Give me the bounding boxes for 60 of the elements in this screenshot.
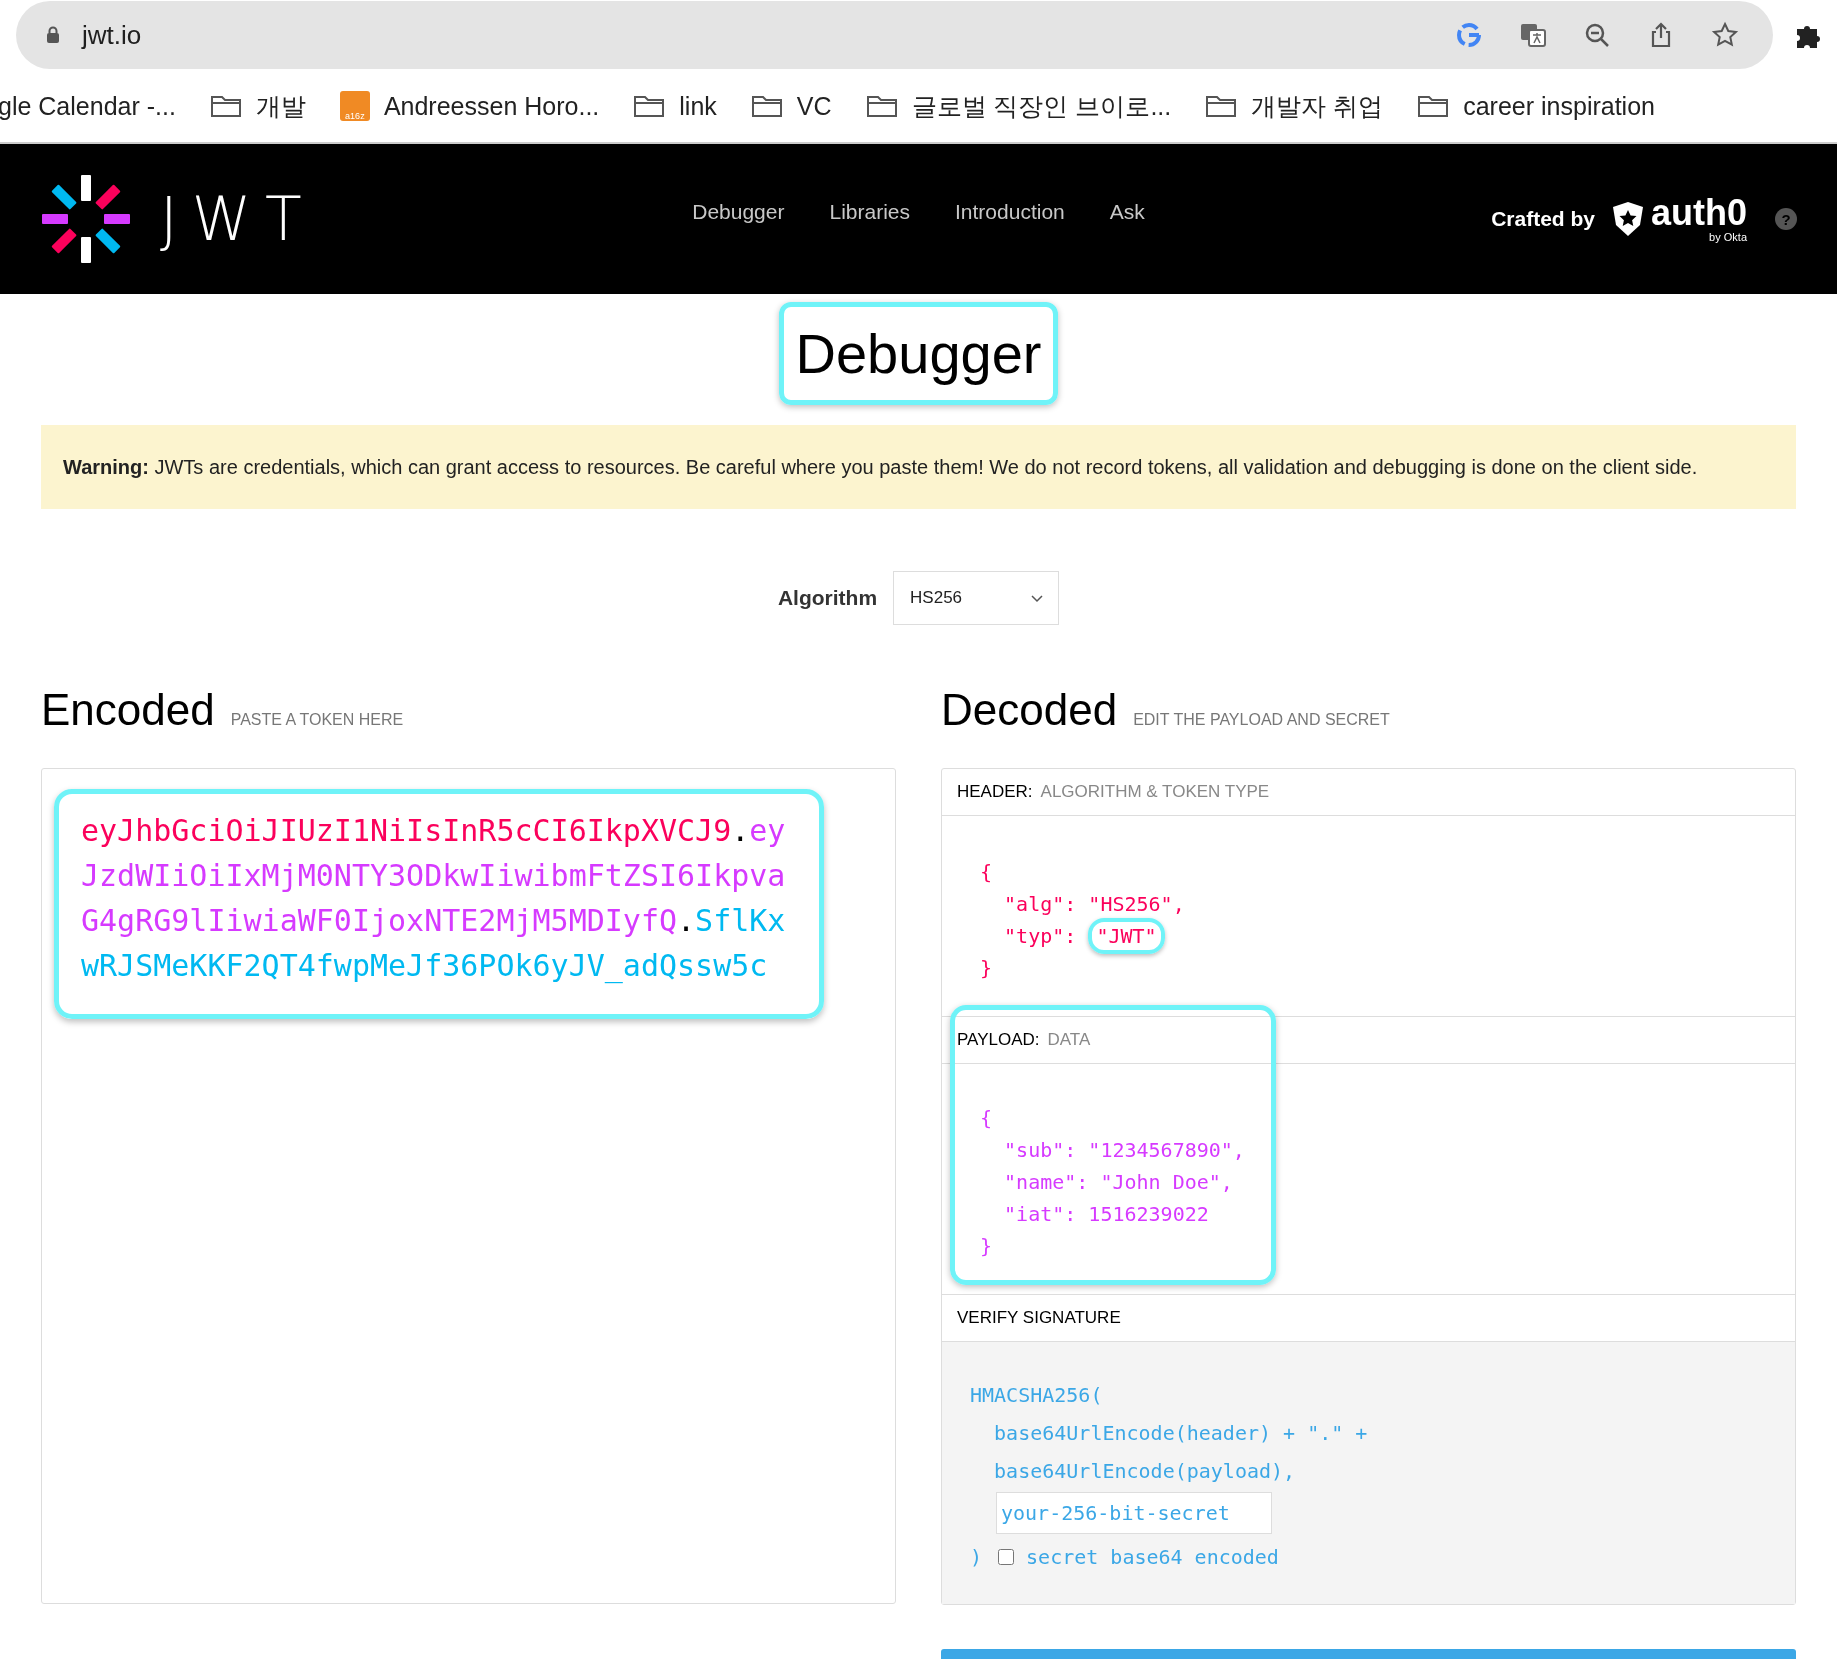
- encoded-title: Encoded: [41, 685, 215, 735]
- nav-link[interactable]: Introduction: [955, 200, 1065, 224]
- base64-checkbox[interactable]: [998, 1549, 1015, 1565]
- algorithm-label: Algorithm: [777, 586, 878, 610]
- code-line[interactable]: "name": "John Doe",: [980, 1166, 1757, 1198]
- crafted-by-text: Crafted by: [1491, 207, 1595, 231]
- brand-subtitle: by Okta: [1709, 231, 1747, 243]
- bookmark[interactable]: link: [633, 91, 717, 121]
- wordmark[interactable]: JWT: [160, 184, 316, 254]
- bookmark[interactable]: a16z Andreessen Horo...: [339, 91, 600, 121]
- warning-banner: Warning: JWTs are credentials, which can grant access to resources. Be careful where you paste them! We do not record tokens, all validation and debugging is done on the client side.: [41, 425, 1796, 509]
- address-bar[interactable]: jwt.io: [16, 1, 1773, 69]
- section-label: VERIFY SIGNATURE: [957, 1308, 1121, 1328]
- brand-name[interactable]: auth0: [1651, 195, 1747, 231]
- nav-link[interactable]: Debugger: [692, 200, 785, 224]
- decoded-title: Decoded: [941, 685, 1118, 735]
- bookmark[interactable]: 글로벌 직장인 브이로...: [865, 89, 1172, 123]
- code-line[interactable]: "iat": 1516239022: [980, 1198, 1757, 1230]
- bookmark[interactable]: career inspiration: [1417, 91, 1655, 121]
- section-sublabel: DATA: [1047, 1030, 1091, 1050]
- decoded-subtitle: EDIT THE PAYLOAD AND SECRET: [1133, 711, 1390, 729]
- code-line: ): [970, 1544, 983, 1571]
- code-line[interactable]: }: [980, 952, 1757, 984]
- google-icon[interactable]: [1455, 21, 1483, 49]
- star-icon[interactable]: [1711, 21, 1739, 49]
- nav-link[interactable]: Libraries: [829, 200, 910, 224]
- bookmark[interactable]: 개발: [209, 89, 306, 123]
- code-line[interactable]: "sub": "1234567890",: [980, 1134, 1757, 1166]
- site-logo: a16z: [339, 91, 370, 121]
- folder-icon: [865, 94, 898, 118]
- code-line[interactable]: "typ": "JWT": [980, 920, 1757, 952]
- translate-icon[interactable]: [1519, 21, 1547, 49]
- section-label: HEADER:: [957, 782, 1033, 802]
- code-line[interactable]: {: [980, 1102, 1757, 1134]
- star-shield-logo-icon[interactable]: [1611, 201, 1645, 237]
- code-line[interactable]: }: [980, 1230, 1757, 1262]
- lock-icon: [46, 26, 60, 44]
- code-line[interactable]: {: [980, 856, 1757, 888]
- code-line: HMACSHA256(: [970, 1382, 1104, 1409]
- section-sublabel: ALGORITHM & TOKEN TYPE: [1040, 782, 1270, 802]
- bookmark[interactable]: VC: [750, 91, 832, 121]
- code-line[interactable]: "alg": "HS256",: [980, 888, 1757, 920]
- folder-icon: [750, 94, 783, 118]
- page-title: Debugger: [778, 302, 1059, 405]
- bookmark[interactable]: 개발자 취업: [1205, 89, 1384, 123]
- folder-icon: [1205, 94, 1238, 118]
- encoded-subtitle: PASTE A TOKEN HERE: [230, 711, 404, 729]
- url-text: jwt.io: [82, 19, 142, 51]
- caret-icon: [1030, 593, 1045, 603]
- nav-link[interactable]: Ask: [1109, 200, 1145, 224]
- folder-icon: [209, 94, 242, 118]
- code-line: base64UrlEncode(payload),: [993, 1458, 1297, 1485]
- pinwheel-logo-icon[interactable]: [40, 173, 132, 265]
- section-label: PAYLOAD:: [957, 1030, 1040, 1050]
- token-text[interactable]: eyJhbGciOiJIUzI1NiIsInR5cCI6IkpXVCJ9.eyJzdWIiOiIxMjM0NTY3ODkwIiwibmFtZSI6IkpvaG4gRG9lIiwiaWF0IjoxNTE2MjM5MDIyfQ.SflKxwRJSMeKKF2QT4fwpMeJf36POk6yJV_adQssw5c: [54, 789, 824, 1019]
- folder-icon: [1417, 94, 1450, 118]
- folder-icon: [633, 94, 666, 118]
- zoom-out-icon[interactable]: [1583, 21, 1611, 49]
- algorithm-select[interactable]: HS256: [893, 571, 1060, 625]
- code-line: base64UrlEncode(header) + "." +: [993, 1420, 1369, 1447]
